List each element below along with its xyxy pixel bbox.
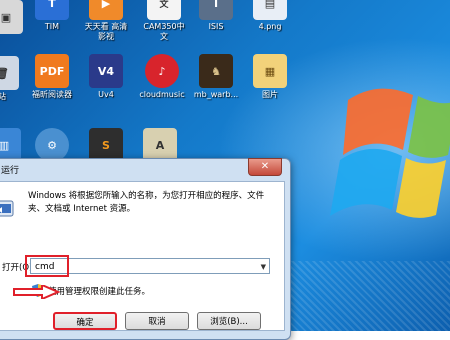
video-app-icon: ▶ xyxy=(89,0,123,20)
icon-label: 4.png xyxy=(258,22,282,31)
chevron-down-icon[interactable]: ▼ xyxy=(261,259,266,275)
desktop-icon-foxit[interactable]: PDF 福昕阅读器 xyxy=(22,54,82,100)
altium-icon: A xyxy=(143,128,177,162)
document-app-icon: 文 xyxy=(147,0,181,20)
ok-button[interactable]: 确定 xyxy=(53,312,117,330)
windows-logo-icon xyxy=(330,88,450,218)
browse-button[interactable]: 浏览(B)... xyxy=(197,312,261,330)
input-highlight-box xyxy=(25,255,69,277)
app-icon: ▣ xyxy=(0,0,23,34)
desktop-icon-uv4[interactable]: V4 Uv4 xyxy=(76,54,136,100)
icon-label: ISIS xyxy=(208,22,224,31)
icon-label: TIM xyxy=(44,22,60,31)
desktop-icon-tiantian[interactable]: ▶ 天天看 高清 影视 xyxy=(76,0,136,42)
image-file-icon: ▤ xyxy=(253,0,287,20)
icon-label: CAM350中 文 xyxy=(143,22,185,41)
desktop-icon-tim[interactable]: T TIM xyxy=(22,0,82,32)
desktop-icon-4png[interactable]: ▤ 4.png xyxy=(240,0,300,32)
icon-label: Uv4 xyxy=(98,90,114,99)
icon-label: mb_warb... xyxy=(193,90,239,99)
desktop-icon-cam350[interactable]: 文 CAM350中 文 xyxy=(134,0,194,42)
icon-label: 天天看 高清 影视 xyxy=(84,22,128,41)
icon-label: 福昕阅读器 xyxy=(32,90,72,99)
settings-app-icon: ⚙ xyxy=(35,128,69,162)
close-button[interactable]: ✕ xyxy=(248,158,282,176)
tim-icon: T xyxy=(35,0,69,20)
app-icon: ▥ xyxy=(0,128,21,162)
icon-label: 图片 xyxy=(262,90,278,99)
arrow-right-icon xyxy=(13,285,60,299)
cancel-button[interactable]: 取消 xyxy=(125,312,189,330)
game-icon: ♞ xyxy=(199,54,233,88)
desktop-icon-isis[interactable]: I ISIS xyxy=(186,0,246,32)
dialog-description: Windows 将根据您所输入的名称，为您打开相应的程序、文件夹、文档或 Int… xyxy=(28,191,265,214)
icon-label: cloudmusic xyxy=(139,90,185,99)
run-dialog: 运行 ✕ Windows 将根据您所输入的名称，为您打开相应的程序、文件夹、文档… xyxy=(0,158,291,340)
dialog-button-row: 确定 取消 浏览(B)... xyxy=(0,309,283,334)
desktop-icon-cloudmusic[interactable]: ♪ cloudmusic xyxy=(132,54,192,100)
wallpaper-texture xyxy=(290,261,450,331)
recycle-bin-icon: 🗑 xyxy=(0,56,19,90)
dialog-titlebar[interactable]: 运行 ✕ xyxy=(0,158,290,179)
desktop-icon-mbwarb[interactable]: ♞ mb_warb... xyxy=(186,54,246,100)
run-icon xyxy=(0,200,14,217)
foxit-reader-icon: PDF xyxy=(35,54,69,88)
cloudmusic-icon: ♪ xyxy=(145,54,179,88)
isis-icon: I xyxy=(199,0,233,20)
desktop-icon-pictures[interactable]: ▦ 图片 xyxy=(240,54,300,100)
sublime-icon: S xyxy=(89,128,123,162)
keil-uv4-icon: V4 xyxy=(89,54,123,88)
admin-note: 使用管理权限创建此任务。 xyxy=(48,287,151,297)
dialog-title: 运行 xyxy=(1,166,20,176)
folder-icon: ▦ xyxy=(253,54,287,88)
